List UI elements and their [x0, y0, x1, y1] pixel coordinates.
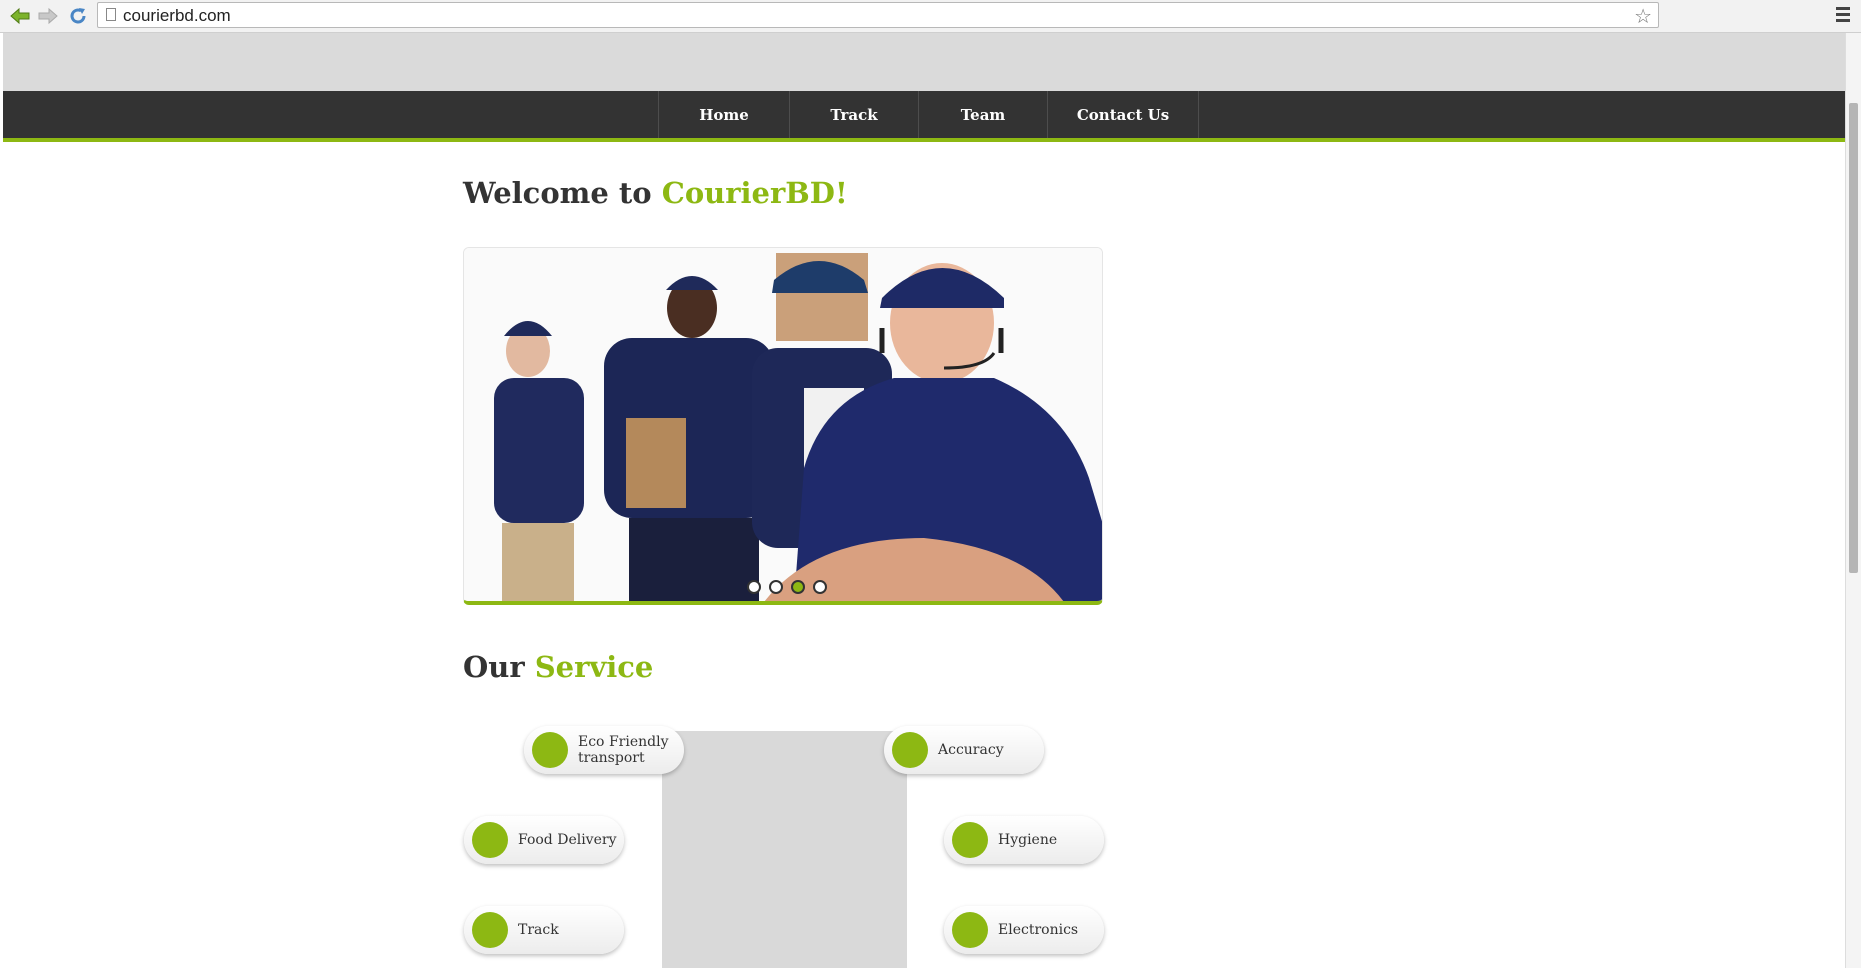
service-center-image	[662, 731, 907, 968]
service-label: Hygiene	[998, 832, 1058, 848]
service-item-food-delivery[interactable]: Food Delivery	[464, 816, 624, 864]
service-icon	[532, 732, 568, 768]
service-prefix: Our	[463, 650, 535, 684]
page-scrollbar[interactable]	[1845, 33, 1861, 968]
service-item-eco-friendly[interactable]: Eco Friendly transport	[524, 726, 684, 774]
welcome-prefix: Welcome to	[463, 176, 662, 210]
service-item-track[interactable]: Track	[464, 906, 624, 954]
back-icon[interactable]	[9, 5, 31, 27]
service-icon	[472, 822, 508, 858]
service-icon	[952, 822, 988, 858]
forward-icon[interactable]	[37, 5, 59, 27]
service-icon	[952, 912, 988, 948]
main-navigation: Home Track Team Contact Us	[3, 91, 1845, 142]
slider-dot-2[interactable]	[769, 580, 783, 594]
service-label: Food Delivery	[518, 832, 617, 848]
service-item-accuracy[interactable]: Accuracy	[884, 726, 1044, 774]
browser-toolbar: courierbd.com ☆	[0, 0, 1861, 33]
scrollbar-thumb[interactable]	[1849, 103, 1858, 573]
service-icon	[892, 732, 928, 768]
hero-slider[interactable]	[463, 247, 1103, 605]
service-heading: Our Service	[463, 650, 653, 684]
brand-name: CourierBD!	[661, 176, 848, 210]
page-icon	[106, 8, 116, 21]
service-label: Accuracy	[938, 742, 1004, 758]
service-label: Electronics	[998, 922, 1079, 938]
slider-pagination	[747, 580, 827, 594]
service-label: Eco Friendly transport	[578, 734, 669, 766]
reload-icon[interactable]	[67, 5, 89, 27]
service-highlight: Service	[534, 650, 654, 684]
courier-team-photo	[464, 248, 1102, 601]
header-banner	[3, 33, 1845, 91]
service-icon	[472, 912, 508, 948]
service-item-electronics[interactable]: Electronics	[944, 906, 1104, 954]
service-label: Track	[518, 922, 559, 938]
nav-contact-us[interactable]: Contact Us	[1047, 91, 1199, 138]
nav-home[interactable]: Home	[658, 91, 789, 138]
slider-dot-4[interactable]	[813, 580, 827, 594]
bookmark-star-icon[interactable]: ☆	[1634, 4, 1652, 28]
slider-dot-1[interactable]	[747, 580, 761, 594]
service-item-hygiene[interactable]: Hygiene	[944, 816, 1104, 864]
nav-track[interactable]: Track	[789, 91, 918, 138]
nav-team[interactable]: Team	[918, 91, 1047, 138]
menu-icon[interactable]	[1836, 7, 1850, 25]
url-text: courierbd.com	[123, 6, 231, 25]
address-bar[interactable]: courierbd.com ☆	[97, 2, 1659, 28]
welcome-heading: Welcome to CourierBD!	[463, 176, 848, 210]
slider-dot-3[interactable]	[791, 580, 805, 594]
